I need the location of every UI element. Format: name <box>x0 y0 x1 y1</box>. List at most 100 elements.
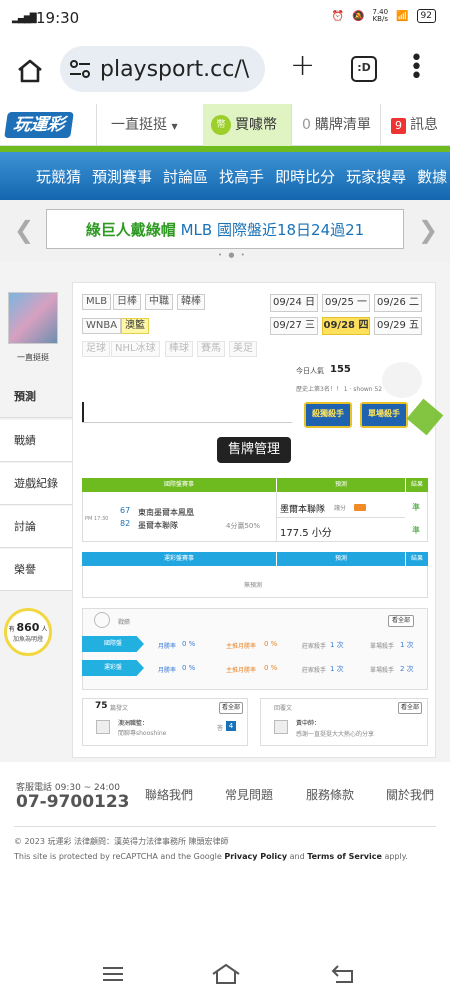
table1-header-result: 結果 <box>406 478 428 492</box>
sidebar-item-discussion[interactable]: 討論 <box>0 506 72 548</box>
footer-link-faq[interactable]: 常見問題 <box>225 786 273 803</box>
sports-main-rate-value: 0 % <box>264 664 278 672</box>
new-tab-icon[interactable]: + <box>290 48 315 83</box>
messages-button[interactable]: 9 訊息 <box>380 104 450 146</box>
banner-highlight: 綠巨人戴綠帽 <box>85 221 176 239</box>
footer-divider <box>14 826 436 827</box>
league-tag-nbl[interactable]: 澳籃 <box>121 318 149 334</box>
post-reply-count: 4 <box>226 721 236 731</box>
phone-number[interactable]: 07-9700123 <box>16 792 130 812</box>
battery-icon: 92 <box>416 9 436 23</box>
league-tag-baseball[interactable]: 棒球 <box>165 341 193 357</box>
league-tag-cpbl[interactable]: 中職 <box>145 294 173 310</box>
posts-count-label: 篇發文 <box>110 705 129 712</box>
recaptcha-notice: This site is protected by reCAPTCHA and … <box>14 852 408 861</box>
match-time: PM 17:30 <box>85 516 109 522</box>
sidebar-item-record[interactable]: 戰績 <box>0 420 72 462</box>
post-subtitle: 閒聊專shooshine <box>118 730 167 737</box>
lightbulb-badge[interactable]: 有 860 人 加魚為明燈 <box>4 608 52 656</box>
table1-header-match: 國際盤賽事 <box>82 478 276 492</box>
privacy-policy-link[interactable]: Privacy Policy <box>224 852 287 861</box>
address-bar[interactable]: playsport.cc/\ <box>60 46 265 92</box>
terms-link[interactable]: Terms of Service <box>307 852 382 861</box>
carousel-prev-icon[interactable]: ❮ <box>14 216 34 244</box>
profile-name: 一直挺挺 <box>17 353 49 362</box>
cart-count: 0 <box>302 117 311 133</box>
announcement-banner[interactable]: 綠巨人戴綠帽 MLB 國際盤近18日24過21 <box>46 209 404 249</box>
sports-banker-killer-value: 1 次 <box>330 665 344 673</box>
date-0928[interactable]: 09/28 四 <box>322 317 370 335</box>
sidebar-item-honor[interactable]: 榮譽 <box>0 549 72 591</box>
league-tag-soccer[interactable]: 足球 <box>82 341 110 357</box>
main-nav: 玩競猜 預測賽事 討論區 找高手 即時比分 玩家搜尋 數據 <box>0 152 450 200</box>
tab-switcher-button[interactable]: :D <box>351 56 377 82</box>
buy-coin-button[interactable]: 幣買噱幣 <box>203 104 291 146</box>
nav-item-guess[interactable]: 玩競猜 <box>36 166 81 187</box>
site-header: 玩運彩 一直挺挺 ▼ 幣買噱幣 0 購牌清單 9 訊息 <box>0 104 450 146</box>
date-0927[interactable]: 09/27 三 <box>270 317 318 335</box>
user-menu-label: 一直挺挺 <box>111 117 167 133</box>
sidebar-item-predict[interactable]: 預測 <box>0 376 72 418</box>
league-tag-kbo[interactable]: 韓棒 <box>177 294 205 310</box>
hot-icon <box>354 504 366 511</box>
record-title: 戰績 <box>118 619 131 626</box>
pick1-text: 墨爾本聯隊 <box>280 505 326 515</box>
user-menu[interactable]: 一直挺挺 ▼ <box>96 104 202 146</box>
banner-text: MLB 國際盤近18日24過21 <box>175 221 365 239</box>
date-0929[interactable]: 09/29 五 <box>374 317 422 335</box>
table1-row-divider <box>277 517 405 518</box>
home-nav-icon[interactable] <box>210 962 242 986</box>
league-tag-mlb[interactable]: MLB <box>82 294 112 310</box>
team1-name[interactable]: 東南墨爾本鳳凰 <box>138 507 194 518</box>
record-more-button[interactable]: 看全部 <box>388 615 414 627</box>
nav-item-predict[interactable]: 預測賽事 <box>92 166 152 187</box>
avatar[interactable] <box>8 292 58 344</box>
nav-item-experts[interactable]: 找高手 <box>219 166 264 187</box>
date-0924[interactable]: 09/24 日 <box>270 294 318 312</box>
site-settings-icon[interactable] <box>69 59 91 79</box>
sidebar-item-game-log[interactable]: 遊戲紀錄 <box>0 463 72 505</box>
league-tag-wnba[interactable]: WNBA <box>82 318 122 334</box>
league-tag-football[interactable]: 美足 <box>229 341 257 357</box>
footer-link-contact[interactable]: 聯絡我們 <box>145 786 193 803</box>
league-tag-nhl[interactable]: NHL冰球 <box>111 341 160 357</box>
divider-line <box>82 422 292 423</box>
table1-header-pick: 預測 <box>277 478 405 492</box>
date-0925[interactable]: 09/25 一 <box>322 294 370 312</box>
site-footer: 客服電話 09:30 ~ 24:00 07-9700123 聯絡我們 常見問題 … <box>0 770 450 940</box>
cart-button[interactable]: 0 購牌清單 <box>291 104 379 146</box>
status-time: 19:30 <box>36 9 80 27</box>
footer-link-about[interactable]: 關於我們 <box>386 786 434 803</box>
today-views-label: 今日人氣 <box>296 367 324 375</box>
intl-main-rate-label: 主推月勝率 <box>226 643 257 650</box>
browser-menu-icon[interactable]: • • • <box>410 48 423 88</box>
post-title[interactable]: 澳洲職籃： <box>118 718 148 727</box>
sell-management-tooltip[interactable]: 售牌管理 <box>217 437 291 463</box>
footer-link-terms[interactable]: 服務條款 <box>306 786 354 803</box>
posts-more-button[interactable]: 看全部 <box>219 702 243 714</box>
nav-item-data[interactable]: 數據 <box>417 166 447 187</box>
pick1-odds: 讓分 <box>334 505 347 512</box>
back-icon[interactable] <box>330 963 356 985</box>
message-count-badge: 9 <box>391 118 406 134</box>
date-0926[interactable]: 09/26 二 <box>374 294 422 312</box>
nav-item-forum[interactable]: 討論區 <box>163 166 208 187</box>
intl-main-rate-value: 0 % <box>264 640 278 648</box>
team2-number: 82 <box>120 519 131 528</box>
recent-apps-icon[interactable] <box>100 964 126 984</box>
team2-name[interactable]: 墨爾本聯隊 <box>138 520 178 531</box>
league-tag-npb[interactable]: 日棒 <box>113 294 141 310</box>
alarm-icon: ⏰ <box>331 10 345 22</box>
reply-user[interactable]: 黃中帥： <box>296 718 320 727</box>
replies-more-button[interactable]: 看全部 <box>398 702 422 714</box>
site-logo[interactable]: 玩運彩 <box>4 112 74 138</box>
nav-item-player-search[interactable]: 玩家搜尋 <box>346 166 406 187</box>
home-icon[interactable] <box>16 58 44 84</box>
carousel-next-icon[interactable]: ❯ <box>418 216 438 244</box>
league-tag-horse[interactable]: 賽馬 <box>197 341 225 357</box>
browser-toolbar: playsport.cc/\ + :D • • • <box>0 36 450 102</box>
badge-killer-2[interactable]: 單場殺手 <box>360 402 408 428</box>
pick2-text: 177.5 小分 <box>280 528 332 539</box>
nav-item-live-score[interactable]: 即時比分 <box>275 166 335 187</box>
badge-killer-1[interactable]: 殺獨殺手 <box>304 402 352 428</box>
